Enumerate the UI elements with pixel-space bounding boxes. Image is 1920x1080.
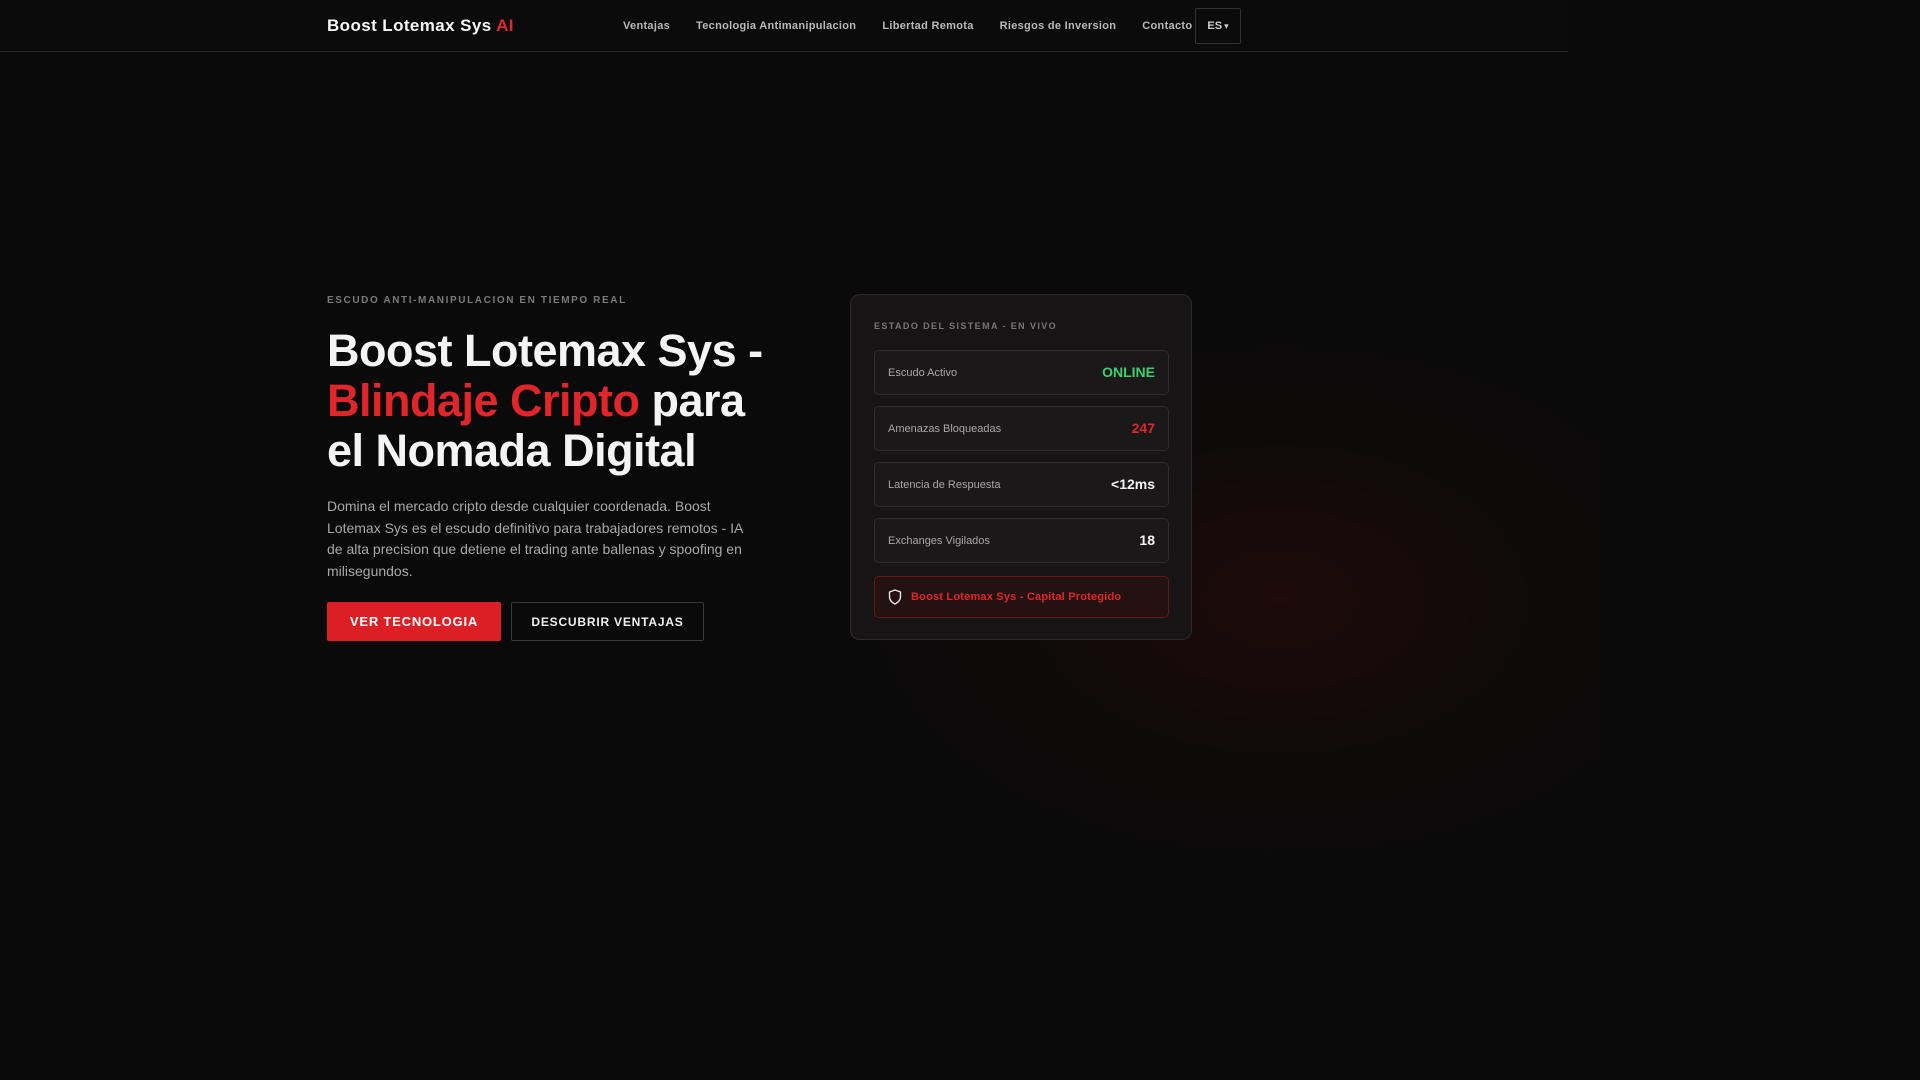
stat-value: ONLINE	[1102, 364, 1155, 380]
language-label: ES	[1207, 20, 1223, 32]
nav-link-ventajas[interactable]: Ventajas	[610, 20, 683, 32]
hero-eyebrow: ESCUDO ANTI-MANIPULACION EN TIEMPO REAL	[327, 295, 627, 306]
stat-escudo-activo: Escudo Activo ONLINE	[874, 350, 1169, 395]
logo[interactable]: Boost Lotemax Sys AI	[327, 16, 514, 36]
nav-link-contacto[interactable]: Contacto	[1129, 20, 1205, 32]
descubrir-ventajas-button[interactable]: DESCUBRIR VENTAJAS	[511, 602, 704, 641]
nav-link-riesgos[interactable]: Riesgos de Inversion	[987, 20, 1130, 32]
shield-icon	[888, 589, 902, 605]
nav-links: Ventajas Tecnologia Antimanipulacion Lib…	[610, 0, 1205, 52]
chevron-down-icon: ▾	[1224, 20, 1229, 31]
hero-description: Domina el mercado cripto desde cualquier…	[327, 498, 743, 579]
logo-accent: AI	[496, 16, 514, 35]
stat-latencia-respuesta: Latencia de Respuesta <12ms	[874, 462, 1169, 507]
stat-label: Latencia de Respuesta	[888, 479, 1001, 491]
stat-amenazas-bloqueadas: Amenazas Bloqueadas 247	[874, 406, 1169, 451]
stat-value: <12ms	[1111, 476, 1155, 492]
stat-label: Escudo Activo	[888, 367, 958, 379]
nav-link-tecnologia[interactable]: Tecnologia Antimanipulacion	[683, 20, 869, 32]
stat-exchanges-vigilados: Exchanges Vigilados 18	[874, 518, 1169, 563]
stat-label: Exchanges Vigilados	[888, 535, 990, 547]
logo-text: Boost Lotemax Sys	[327, 16, 492, 35]
language-selector[interactable]: ES ▾	[1195, 8, 1241, 44]
banner-text: Boost Lotemax Sys - Capital Protegido	[911, 591, 1122, 603]
stat-label: Amenazas Bloqueadas	[888, 423, 1002, 435]
ver-tecnologia-button[interactable]: VER TECNOLOGIA	[327, 602, 501, 641]
hero-title: Boost Lotemax Sys - Blindaje Cripto para…	[327, 326, 777, 476]
stat-value: 247	[1131, 420, 1155, 436]
nav-link-libertad-remota[interactable]: Libertad Remota	[869, 20, 986, 32]
system-status-card: ESTADO DEL SISTEMA - EN VIVO Escudo Acti…	[850, 294, 1192, 640]
stat-value: 18	[1139, 532, 1155, 548]
capital-protegido-banner: Boost Lotemax Sys - Capital Protegido	[874, 576, 1169, 618]
hero-title-highlight: Blindaje Cripto	[327, 375, 640, 426]
top-nav: Boost Lotemax Sys AI Ventajas Tecnologia…	[0, 0, 1568, 52]
status-card-title: ESTADO DEL SISTEMA - EN VIVO	[874, 321, 1058, 331]
hero-title-part1: Boost Lotemax Sys -	[327, 325, 763, 376]
